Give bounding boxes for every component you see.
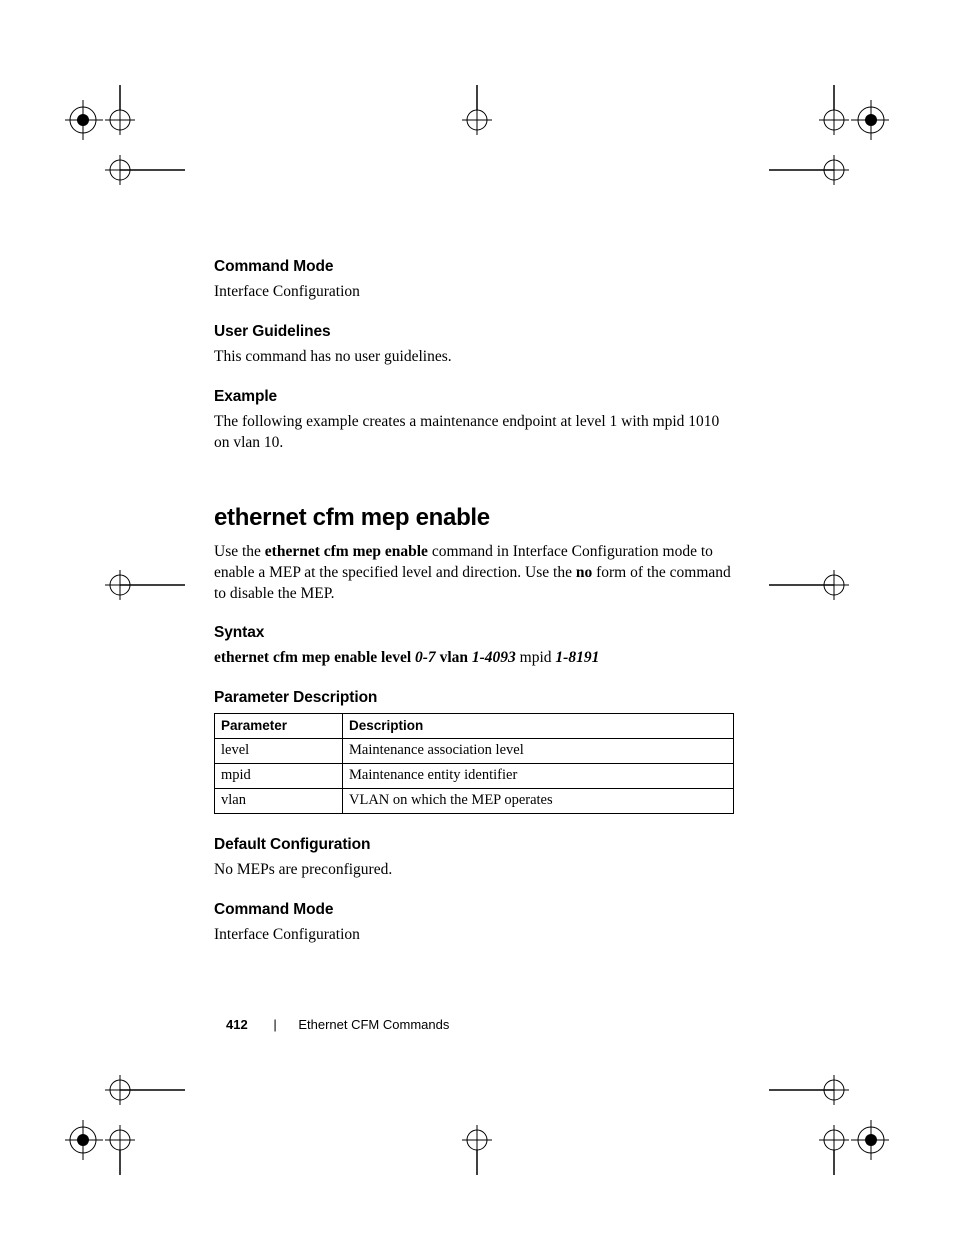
table-row: level Maintenance association level (215, 739, 734, 764)
text-command-mode-2: Interface Configuration (214, 925, 734, 946)
registration-mark-mid-bottom (417, 1105, 537, 1175)
table-row: vlan VLAN on which the MEP operates (215, 789, 734, 814)
page-footer: 412 | Ethernet CFM Commands (226, 1017, 449, 1032)
chapter-name: Ethernet CFM Commands (298, 1017, 449, 1032)
table-row: mpid Maintenance entity identifier (215, 764, 734, 789)
syntax-p2: vlan (436, 649, 472, 666)
cell-param: vlan (215, 789, 343, 814)
parameter-table: Parameter Description level Maintenance … (214, 713, 734, 814)
cell-param: level (215, 739, 343, 764)
intro-cmd: ethernet cfm mep enable (265, 543, 428, 560)
text-syntax: ethernet cfm mep enable level 0-7 vlan 1… (214, 648, 734, 669)
command-title: ethernet cfm mep enable (214, 504, 734, 532)
registration-mark-mid-left (65, 550, 185, 620)
registration-mark-mid-top (417, 85, 537, 155)
syntax-i3: 1-8191 (555, 649, 599, 666)
footer-separator: | (273, 1017, 276, 1032)
text-example: The following example creates a maintena… (214, 412, 734, 454)
cell-param: mpid (215, 764, 343, 789)
syntax-i2: 1-4093 (472, 649, 516, 666)
registration-mark-bottom-right (769, 1055, 889, 1175)
text-default-configuration: No MEPs are preconfigured. (214, 860, 734, 881)
heading-syntax: Syntax (214, 624, 734, 642)
cell-desc: Maintenance entity identifier (343, 764, 734, 789)
heading-command-mode: Command Mode (214, 258, 734, 276)
heading-parameter-description: Parameter Description (214, 689, 734, 707)
page-body: Command Mode Interface Configuration Use… (214, 258, 734, 966)
text-intro: Use the ethernet cfm mep enable command … (214, 542, 734, 605)
registration-mark-top-right (769, 85, 889, 205)
heading-default-configuration: Default Configuration (214, 836, 734, 854)
syntax-p3: mpid (516, 649, 556, 666)
text-user-guidelines: This command has no user guidelines. (214, 347, 734, 368)
col-parameter: Parameter (215, 714, 343, 739)
table-header-row: Parameter Description (215, 714, 734, 739)
registration-mark-mid-right (769, 550, 889, 620)
heading-user-guidelines: User Guidelines (214, 323, 734, 341)
syntax-p1: ethernet cfm mep enable level (214, 649, 415, 666)
page-number: 412 (226, 1017, 248, 1032)
intro-no: no (576, 564, 592, 581)
heading-command-mode-2: Command Mode (214, 901, 734, 919)
text-command-mode: Interface Configuration (214, 282, 734, 303)
col-description: Description (343, 714, 734, 739)
intro-pre: Use the (214, 543, 265, 560)
cell-desc: VLAN on which the MEP operates (343, 789, 734, 814)
heading-example: Example (214, 388, 734, 406)
registration-mark-bottom-left (65, 1055, 185, 1175)
registration-mark-top-left (65, 85, 185, 205)
syntax-i1: 0-7 (415, 649, 436, 666)
cell-desc: Maintenance association level (343, 739, 734, 764)
